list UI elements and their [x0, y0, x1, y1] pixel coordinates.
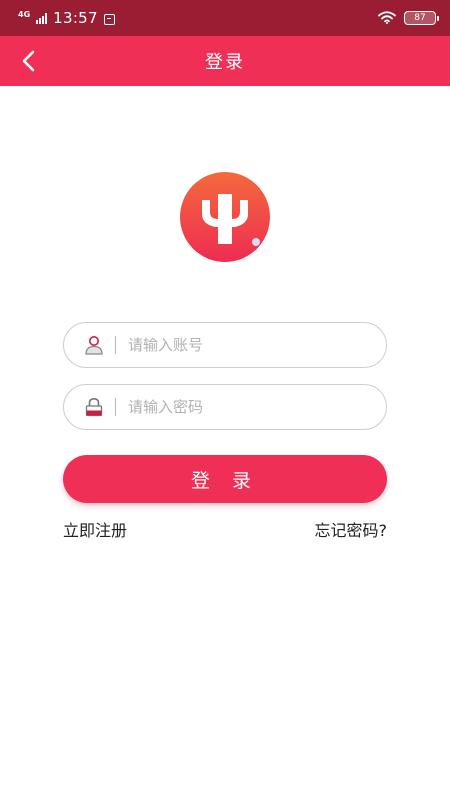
page-title: 登录	[205, 52, 245, 73]
notification-icon	[103, 13, 115, 25]
back-button[interactable]	[8, 41, 48, 81]
password-field[interactable]	[63, 384, 387, 430]
user-icon	[83, 334, 105, 356]
nav-bar: 登录	[0, 36, 450, 86]
account-input[interactable]	[128, 336, 386, 354]
chevron-left-icon	[22, 50, 35, 72]
status-time: 13:57	[53, 9, 98, 27]
login-button[interactable]: 登 录	[63, 455, 387, 503]
signal-icon	[36, 12, 48, 24]
lock-icon	[83, 396, 105, 418]
network-type-label: 4G	[18, 10, 31, 19]
battery-icon: 87	[404, 11, 439, 25]
register-link[interactable]: 立即注册	[63, 517, 127, 541]
password-input[interactable]	[128, 398, 386, 416]
wifi-icon	[378, 9, 396, 28]
status-right: 87	[378, 9, 439, 28]
forgot-password-link[interactable]: 忘记密码?	[315, 517, 388, 541]
app-logo	[180, 172, 270, 262]
status-bar: 4G 13:57 87	[0, 0, 450, 36]
account-field[interactable]	[63, 322, 387, 368]
status-left: 4G 13:57	[18, 9, 115, 27]
field-divider	[115, 336, 116, 354]
field-divider	[115, 398, 116, 416]
